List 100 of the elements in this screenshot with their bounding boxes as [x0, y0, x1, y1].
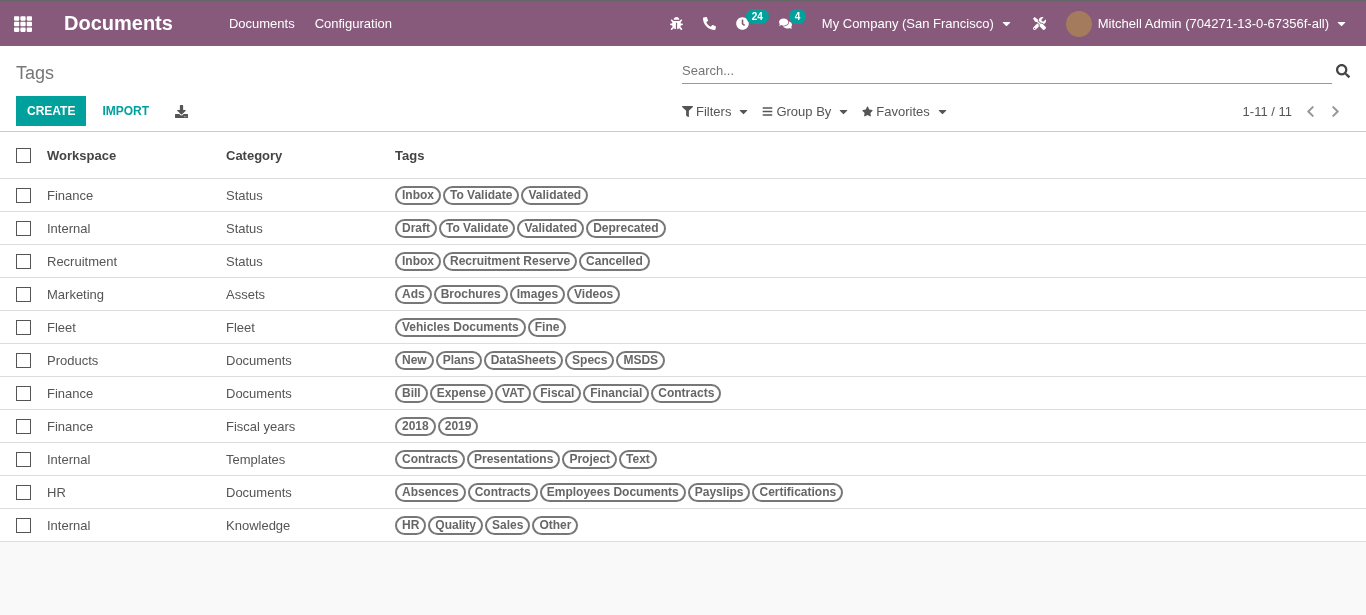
table-cell: Finance	[47, 187, 94, 203]
tag: Certifications	[752, 482, 844, 502]
tag: Absences	[395, 482, 466, 502]
checkbox[interactable]	[16, 386, 31, 402]
tag: Fine	[527, 317, 567, 337]
checkbox[interactable]	[16, 485, 31, 501]
search-icon[interactable]	[1336, 64, 1350, 78]
tag: DataSheets	[483, 350, 564, 370]
table-cell: Internal	[47, 451, 91, 467]
tag: VAT	[495, 383, 532, 403]
table-cell: Fleet	[47, 319, 76, 335]
tag: HR	[395, 515, 427, 535]
tag: 2018	[395, 416, 436, 436]
column-header[interactable]: Tags	[395, 147, 425, 163]
tag: 2019	[437, 416, 479, 436]
table-cell: Marketing	[47, 286, 105, 302]
menu-item[interactable]: Configuration	[304, 16, 402, 31]
breadcrumb: Tags	[16, 62, 55, 84]
table-cell: Internal	[47, 220, 91, 236]
app-title: Documents	[64, 12, 173, 35]
table-cell: Documents	[226, 484, 292, 500]
tag: Vehicles Documents	[395, 317, 526, 337]
filter-icon	[682, 105, 693, 117]
tag: Text	[619, 449, 657, 469]
tag: Inbox	[395, 251, 441, 271]
list-icon	[762, 105, 774, 117]
clock-icon[interactable]	[735, 17, 749, 30]
tag: Expense	[429, 383, 494, 403]
tag: Presentations	[467, 449, 561, 469]
previous-icon[interactable]	[1304, 104, 1317, 118]
tag: Cancelled	[579, 251, 650, 271]
bug-icon[interactable]	[669, 17, 683, 30]
chat-icon[interactable]	[778, 17, 792, 30]
search-field[interactable]: Search...	[682, 58, 1332, 84]
column-header[interactable]: Workspace	[47, 147, 117, 163]
checkbox[interactable]	[16, 287, 31, 303]
tag: Contracts	[467, 482, 538, 502]
table-cell: Status	[226, 187, 263, 203]
filter-dropdown[interactable]: Filters	[682, 103, 751, 119]
checkbox[interactable]	[16, 254, 31, 270]
tag: To Validate	[443, 185, 520, 205]
table-cell: HR	[47, 484, 66, 500]
tag: Payslips	[687, 482, 751, 502]
checkbox[interactable]	[16, 419, 31, 435]
checkbox[interactable]	[16, 452, 31, 468]
tag: Images	[509, 284, 566, 304]
tag: Draft	[395, 218, 437, 238]
tag: Project	[562, 449, 618, 469]
column-header[interactable]: Category	[226, 147, 283, 163]
tag: Other	[532, 515, 579, 535]
tools-icon[interactable]	[1032, 17, 1046, 30]
filter-dropdown[interactable]: Group By	[762, 103, 851, 119]
table-cell: Recruitment	[47, 253, 118, 269]
tag: Videos	[567, 284, 621, 304]
tag: Employees Documents	[539, 482, 686, 502]
table-cell: Fiscal years	[226, 418, 296, 434]
tag: To Validate	[439, 218, 516, 238]
tag: Specs	[565, 350, 615, 370]
download-icon[interactable]	[175, 104, 189, 118]
next-icon[interactable]	[1329, 104, 1342, 118]
checkbox[interactable]	[16, 221, 31, 237]
table-cell: Fleet	[226, 319, 255, 335]
message-count-badge: 4	[788, 9, 807, 24]
tag: Plans	[435, 350, 482, 370]
pager-value: 1-11 / 11	[1242, 103, 1292, 119]
tag: Recruitment Reserve	[443, 251, 578, 271]
table-cell: Knowledge	[226, 517, 291, 533]
phone-icon[interactable]	[702, 17, 716, 30]
tag: Sales	[485, 515, 531, 535]
table-cell: Documents	[226, 385, 292, 401]
table-cell: Products	[47, 352, 99, 368]
tag: Validated	[521, 185, 589, 205]
filter-dropdown[interactable]: Favorites	[862, 103, 949, 119]
activity-count-badge: 24	[745, 9, 769, 24]
checkbox[interactable]	[16, 320, 31, 336]
menu-item[interactable]: Documents	[218, 16, 305, 31]
company-switcher[interactable]: My Company (San Francisco)	[811, 16, 1023, 31]
checkbox[interactable]	[16, 353, 31, 369]
table-cell: Templates	[226, 451, 286, 467]
table-cell: Finance	[47, 418, 94, 434]
tag: Contracts	[395, 449, 465, 469]
tag: Brochures	[433, 284, 508, 304]
checkbox[interactable]	[16, 148, 31, 164]
tag: New	[395, 350, 434, 370]
tag: Ads	[395, 284, 432, 304]
table-cell: Documents	[226, 352, 292, 368]
checkbox[interactable]	[16, 518, 31, 534]
tag: Inbox	[395, 185, 441, 205]
tag: Contracts	[651, 383, 722, 403]
tag: Financial	[583, 383, 650, 403]
checkbox[interactable]	[16, 188, 31, 204]
tag: MSDS	[616, 350, 666, 370]
table-cell: Status	[226, 253, 263, 269]
tag: Deprecated	[586, 218, 666, 238]
tag: Quality	[428, 515, 484, 535]
table-cell: Assets	[226, 286, 265, 302]
user-menu[interactable]: Mitchell Admin (704271-13-0-67356f-all)	[1055, 10, 1358, 37]
apps-menu-icon[interactable]	[14, 14, 32, 33]
tag: Fiscal	[533, 383, 582, 403]
table-cell: Finance	[47, 385, 94, 401]
